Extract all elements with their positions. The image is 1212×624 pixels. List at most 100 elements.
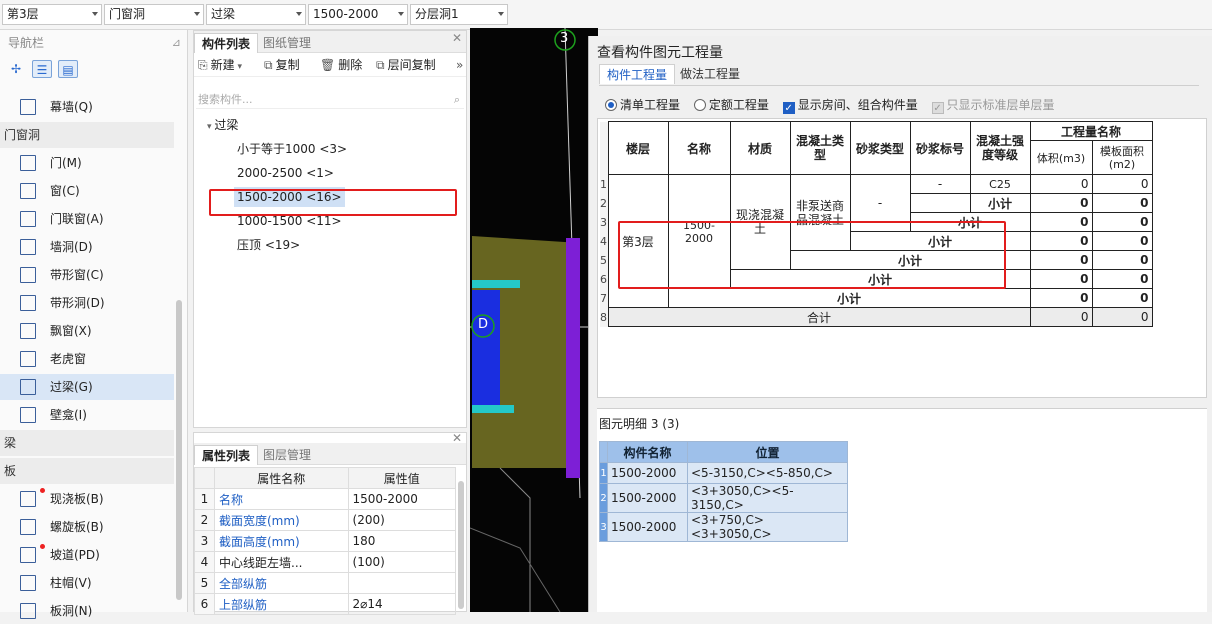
- nav-item[interactable]: 板洞(N): [0, 598, 174, 624]
- property-row[interactable]: 6 上部纵筋 2⌀14: [194, 593, 457, 615]
- subtotal-cell: 小计: [969, 193, 1031, 213]
- detail-row[interactable]: 1 1500-2000 <5-3150,C><5-850,C>: [599, 462, 848, 484]
- quantity-dialog: 查看构件图元工程量 构件工程量 做法工程量 清单工程量 定额工程量 ✓ 显示房间、…: [588, 36, 1212, 612]
- property-value[interactable]: 2⌀14: [347, 593, 457, 615]
- nav-scrollbar[interactable]: [176, 300, 182, 600]
- row-number: 7: [600, 288, 608, 308]
- tab-component-list[interactable]: 构件列表: [194, 33, 259, 53]
- property-value[interactable]: 180: [347, 530, 457, 552]
- mortar-grade-header: 砂浆标号: [909, 121, 971, 175]
- component-icon: [20, 603, 36, 619]
- properties-tabs: 属性列表 图层管理: [194, 443, 466, 465]
- highlight-box: [209, 189, 457, 216]
- category-select[interactable]: 门窗洞: [104, 4, 204, 25]
- nav-item[interactable]: 螺旋板(B): [0, 514, 174, 540]
- properties-scrollbar[interactable]: [458, 481, 464, 609]
- detail-row[interactable]: 2 1500-2000 <3+3050,C><5-3150,C>: [599, 483, 848, 513]
- close-icon[interactable]: ✕: [452, 31, 462, 45]
- list-view-icon[interactable]: ☰: [32, 60, 52, 78]
- property-value[interactable]: 1500-2000: [347, 488, 457, 510]
- component-icon: [20, 295, 36, 311]
- floor-select[interactable]: 第3层: [2, 4, 102, 25]
- nav-item[interactable]: 过梁(G): [0, 374, 174, 400]
- property-row[interactable]: 4 中心线距左墙... (100): [194, 551, 457, 573]
- tree-item[interactable]: 小于等于1000 <3>: [234, 139, 350, 159]
- tab-layer-management[interactable]: 图层管理: [256, 445, 318, 465]
- nav-item[interactable]: 飘窗(X): [0, 318, 174, 344]
- nav-item[interactable]: 柱帽(V): [0, 570, 174, 596]
- property-value[interactable]: [347, 572, 457, 594]
- property-row[interactable]: 2 截面宽度(mm) (200): [194, 509, 457, 531]
- row-num-header: [194, 467, 215, 489]
- nav-item-label: 带形洞(D): [50, 296, 105, 310]
- tree-item[interactable]: 压顶 <19>: [234, 235, 303, 255]
- formwork-cell: 0: [1091, 288, 1153, 308]
- show-room-checkbox[interactable]: ✓: [782, 102, 795, 114]
- component-icon: [20, 351, 36, 367]
- lintel-top: [472, 280, 520, 288]
- nav-item[interactable]: 幕墙(Q): [0, 94, 174, 120]
- type-select[interactable]: 过梁: [206, 4, 306, 25]
- nav-item-label: 螺旋板(B): [50, 520, 104, 534]
- floor-copy-button[interactable]: ⧉ 层间复制: [376, 56, 436, 74]
- nav-item[interactable]: 现浇板(B): [0, 486, 174, 512]
- axis-label-d: D: [478, 317, 489, 332]
- component-select[interactable]: 1500-2000: [308, 4, 408, 25]
- type-select-value: 过梁: [211, 7, 236, 21]
- tree-root-label: 过梁: [214, 118, 239, 132]
- show-room-label: 显示房间、组合构件量: [797, 98, 918, 112]
- tab-component-quantity[interactable]: 构件工程量: [599, 64, 676, 84]
- property-row[interactable]: 3 截面高度(mm) 180: [194, 530, 457, 552]
- tree-item[interactable]: 2000-2500 <1>: [234, 163, 337, 183]
- more-icon[interactable]: »: [456, 56, 463, 74]
- component-search-input[interactable]: 搜索构件... ⌕: [196, 91, 464, 109]
- bill-radio-label: 清单工程量: [620, 98, 681, 112]
- close-icon[interactable]: ✕: [452, 431, 462, 445]
- component-name-header: 构件名称: [607, 441, 688, 463]
- property-value[interactable]: (100): [347, 551, 457, 573]
- property-row[interactable]: 5 全部纵筋: [194, 572, 457, 594]
- tab-method-quantity[interactable]: 做法工程量: [673, 64, 747, 84]
- bill-radio[interactable]: [605, 99, 617, 111]
- tab-drawing-management[interactable]: 图纸管理: [256, 33, 318, 53]
- nav-category[interactable]: 板: [0, 458, 174, 484]
- nav-item[interactable]: 带形洞(D): [0, 290, 174, 316]
- pin-icon[interactable]: ⊿: [172, 30, 181, 56]
- row-number: 3: [600, 212, 608, 232]
- nav-category[interactable]: 梁: [0, 430, 174, 456]
- concrete-type-header: 混凝土类型: [789, 121, 851, 175]
- property-row[interactable]: 1 名称 1500-2000: [194, 488, 457, 510]
- highlight-box: [618, 221, 1006, 289]
- tab-properties[interactable]: 属性列表: [194, 445, 259, 465]
- nav-item[interactable]: 老虎窗: [0, 346, 174, 372]
- nav-item[interactable]: 壁龛(I): [0, 402, 174, 428]
- search-icon[interactable]: ⌕: [454, 91, 460, 109]
- nav-item[interactable]: 窗(C): [0, 178, 174, 204]
- detail-row[interactable]: 3 1500-2000 <3+750,C><3+3050,C>: [599, 512, 848, 542]
- layer-select[interactable]: 分层洞1: [410, 4, 508, 25]
- tree-root[interactable]: ▾ 过梁: [204, 115, 241, 135]
- copy-button[interactable]: ⧉ 复制: [264, 56, 300, 74]
- nav-category[interactable]: 门窗洞: [0, 122, 174, 148]
- row-number: 8: [600, 307, 608, 327]
- new-button[interactable]: ⎘ 新建 ▾: [198, 56, 242, 74]
- delete-button[interactable]: 🗑 删除: [320, 56, 362, 74]
- sparkle-icon[interactable]: ✢: [6, 60, 26, 78]
- quota-radio[interactable]: [693, 99, 706, 111]
- nav-item[interactable]: 坡道(PD): [0, 542, 174, 568]
- nav-item-label: 门(M): [50, 156, 82, 170]
- detail-position: <3+3050,C><5-3150,C>: [687, 483, 848, 513]
- nav-item[interactable]: 门联窗(A): [0, 206, 174, 232]
- nav-item[interactable]: 带形窗(C): [0, 262, 174, 288]
- drawing-canvas[interactable]: 3 D: [470, 28, 598, 612]
- detail-position: <5-3150,C><5-850,C>: [687, 462, 848, 484]
- qty-row: 7 小计 0 0: [600, 288, 1153, 308]
- nav-item[interactable]: 墙洞(D): [0, 234, 174, 260]
- property-value[interactable]: (200): [347, 509, 457, 531]
- qty-group-header: 工程量名称: [1029, 121, 1153, 141]
- volume-cell: 0: [1029, 174, 1093, 194]
- detail-view-icon[interactable]: ▤: [58, 60, 78, 78]
- nav-item[interactable]: 门(M): [0, 150, 174, 176]
- property-name: 中心线距左墙...: [214, 551, 349, 573]
- position-header: 位置: [687, 441, 848, 463]
